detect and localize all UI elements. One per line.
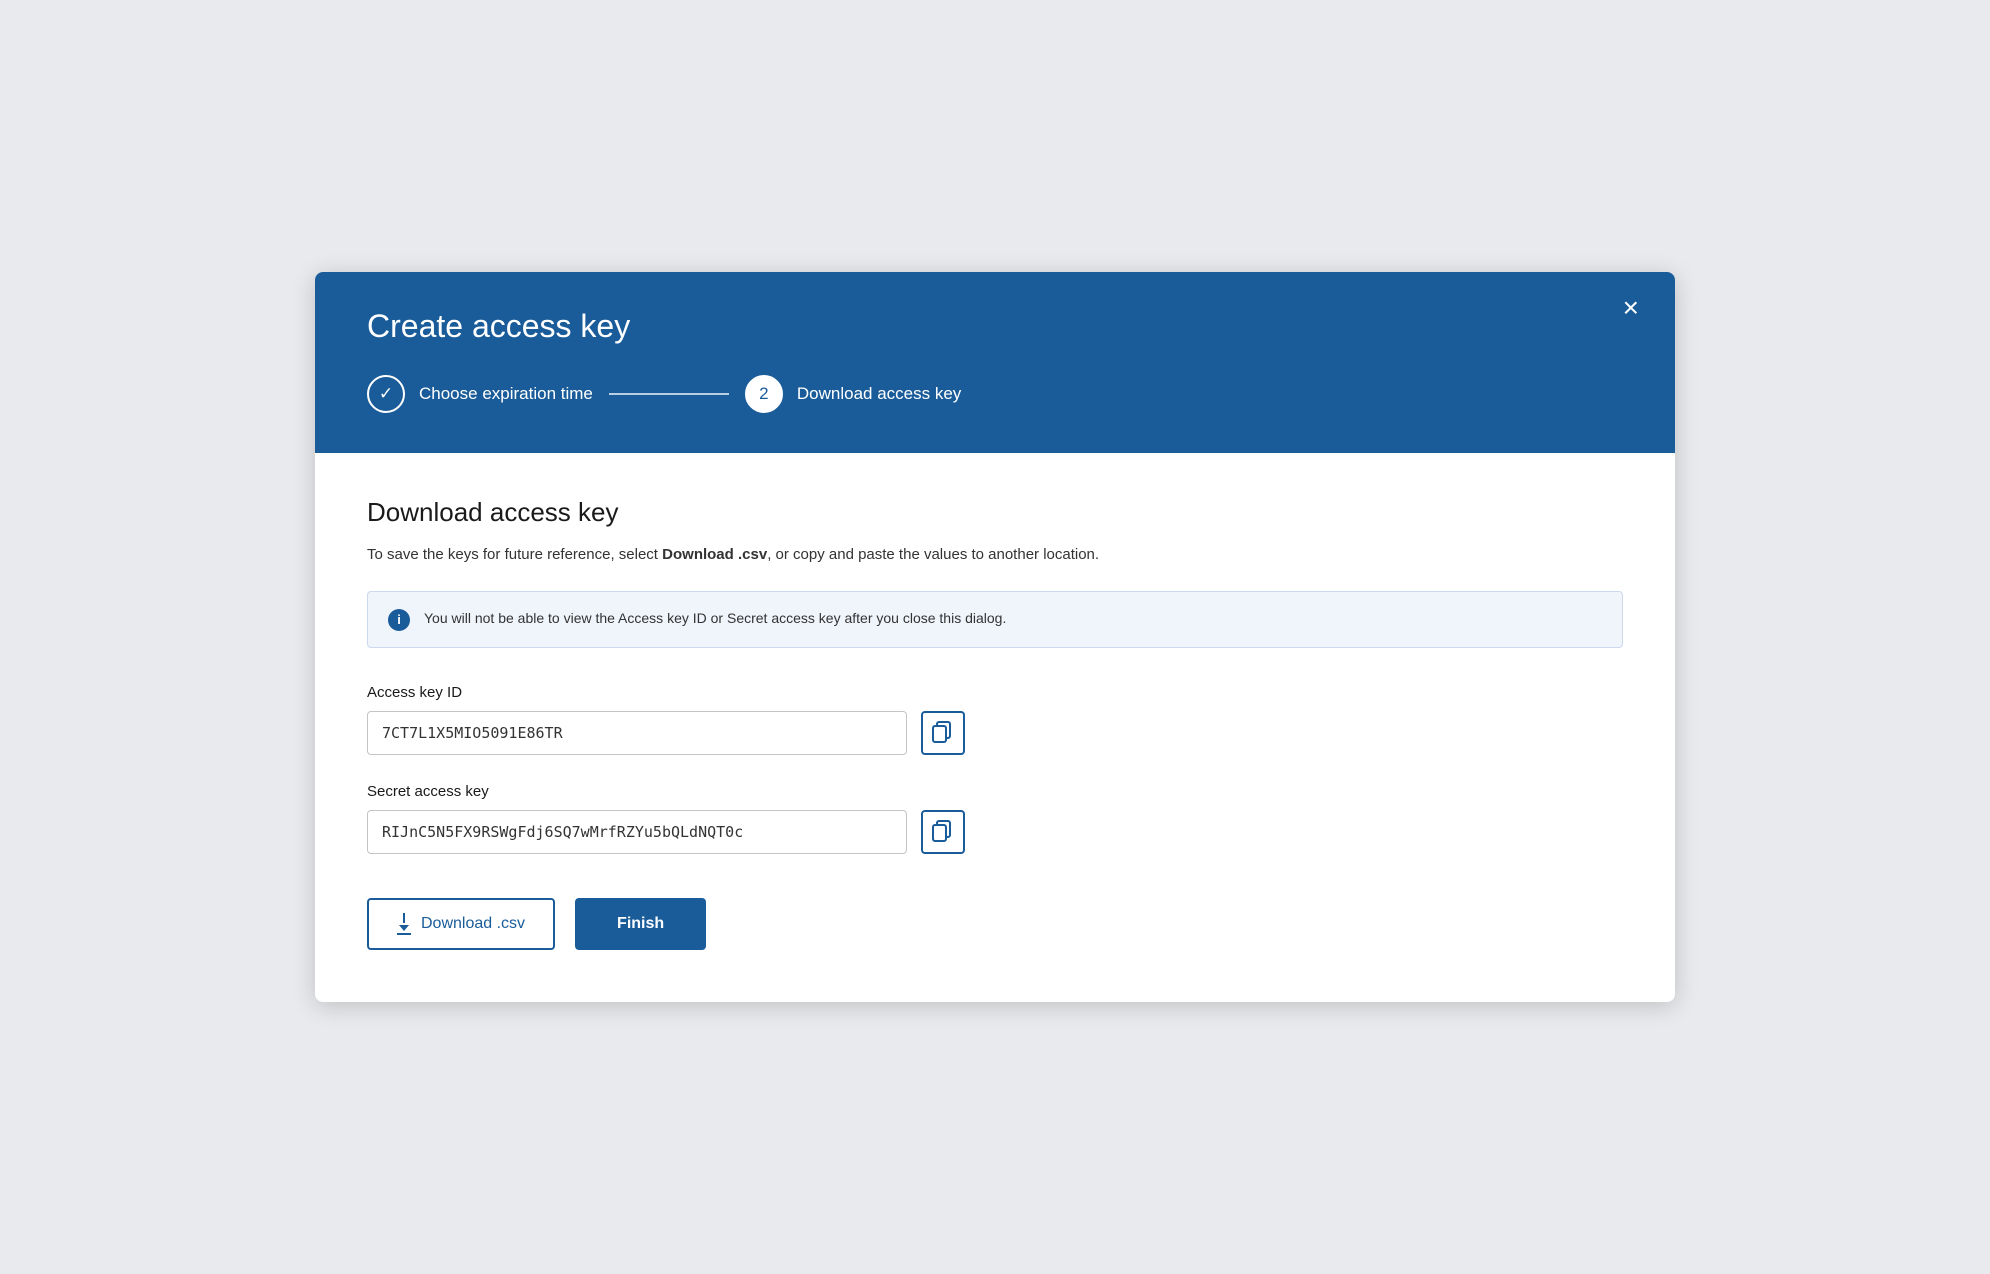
- step-1-label: Choose expiration time: [419, 384, 593, 404]
- step-connector: [609, 393, 729, 395]
- modal-title: Create access key: [367, 308, 1623, 345]
- description-suffix: , or copy and paste the values to anothe…: [767, 546, 1099, 563]
- access-key-input[interactable]: [367, 711, 907, 755]
- info-text: You will not be able to view the Access …: [424, 608, 1006, 629]
- description: To save the keys for future reference, s…: [367, 544, 1623, 567]
- info-icon: i: [388, 609, 410, 631]
- access-key-label: Access key ID: [367, 684, 1623, 701]
- access-key-field-group: Access key ID: [367, 684, 1623, 755]
- download-icon: [397, 913, 411, 935]
- copy-access-key-button[interactable]: [921, 711, 965, 755]
- modal-header: × Create access key ✓ Choose expiration …: [315, 272, 1675, 453]
- step-1-icon: ✓: [379, 384, 393, 404]
- access-key-row: [367, 711, 1623, 755]
- step-2-number: 2: [759, 384, 768, 404]
- step-1-circle: ✓: [367, 375, 405, 413]
- step-2: 2 Download access key: [745, 375, 961, 413]
- secret-key-label: Secret access key: [367, 783, 1623, 800]
- secret-key-field-group: Secret access key: [367, 783, 1623, 854]
- finish-button[interactable]: Finish: [575, 898, 706, 950]
- copy-icon: [932, 721, 954, 745]
- description-highlight: Download .csv: [662, 546, 767, 563]
- step-2-circle: 2: [745, 375, 783, 413]
- secret-key-input[interactable]: [367, 810, 907, 854]
- close-button[interactable]: ×: [1623, 294, 1639, 322]
- secret-key-row: [367, 810, 1623, 854]
- step-1: ✓ Choose expiration time: [367, 375, 593, 413]
- section-title: Download access key: [367, 497, 1623, 528]
- step-2-label: Download access key: [797, 384, 961, 404]
- download-csv-label: Download .csv: [421, 915, 525, 933]
- modal-body: Download access key To save the keys for…: [315, 453, 1675, 1002]
- copy-secret-icon: [932, 820, 954, 844]
- copy-secret-key-button[interactable]: [921, 810, 965, 854]
- info-box: i You will not be able to view the Acces…: [367, 591, 1623, 648]
- footer-actions: Download .csv Finish: [367, 898, 1623, 950]
- stepper: ✓ Choose expiration time 2 Download acce…: [367, 375, 1623, 413]
- download-csv-button[interactable]: Download .csv: [367, 898, 555, 950]
- description-prefix: To save the keys for future reference, s…: [367, 546, 662, 563]
- create-access-key-modal: × Create access key ✓ Choose expiration …: [315, 272, 1675, 1002]
